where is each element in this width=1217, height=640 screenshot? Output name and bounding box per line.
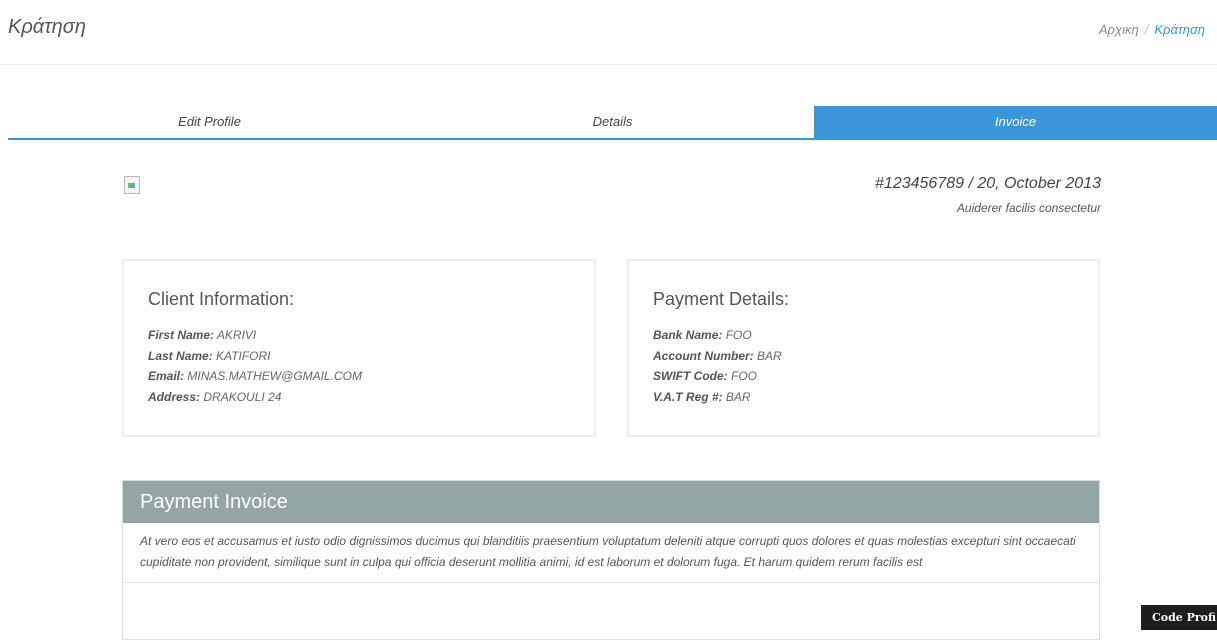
breadcrumb-separator: / xyxy=(1144,22,1149,37)
payment-details-box: Payment Details: Bank Name: FOO Account … xyxy=(627,259,1100,437)
first-name-value: AKRIVI xyxy=(216,328,257,342)
last-name-row: Last Name: KATIFORI xyxy=(148,346,362,367)
payment-invoice-body: At vero eos et accusamus et iusto odio d… xyxy=(123,523,1099,583)
tab-invoice[interactable]: Invoice xyxy=(814,106,1217,138)
vat-reg-label: V.A.T Reg #: xyxy=(653,389,723,404)
client-information-box: Client Information: First Name: AKRIVI L… xyxy=(122,259,596,437)
email-value: MINAS.MATHEW@GMAIL.COM xyxy=(187,369,362,383)
swift-code-label: SWIFT Code: xyxy=(653,369,728,383)
last-name-value: KATIFORI xyxy=(216,348,271,363)
account-number-value: BAR xyxy=(757,348,782,363)
page-header: Κράτηση Αρχικη / Κράτηση xyxy=(0,0,1217,65)
payment-invoice-heading: Payment Invoice xyxy=(123,481,1099,523)
swift-code-value: FOO xyxy=(731,369,757,383)
first-name-row: First Name: AKRIVI xyxy=(148,325,362,346)
client-information-heading: Client Information: xyxy=(148,289,295,309)
code-profile-button[interactable]: Code Profi xyxy=(1141,605,1217,630)
invoice-subtitle: Auiderer facilis consectetur xyxy=(956,201,1101,215)
bank-name-row: Bank Name: FOO xyxy=(653,325,782,346)
email-label: Email: xyxy=(148,369,185,383)
vat-reg-row: V.A.T Reg #: BAR xyxy=(653,387,782,408)
bank-name-label: Bank Name: xyxy=(653,328,723,342)
swift-code-row: SWIFT Code: FOO xyxy=(653,366,782,387)
payment-details-list: Bank Name: FOO Account Number: BAR SWIFT… xyxy=(653,325,782,407)
payment-invoice-panel: Payment Invoice At vero eos et accusamus… xyxy=(122,480,1100,640)
tab-details[interactable]: Details xyxy=(411,106,814,138)
invoice-number-date: #123456789 / 20, October 2013 xyxy=(875,175,1101,192)
broken-image-icon xyxy=(124,176,140,194)
page-title: Κράτηση xyxy=(8,16,86,38)
account-number-label: Account Number: xyxy=(653,348,754,363)
account-number-row: Account Number: BAR xyxy=(653,346,782,367)
vat-reg-value: BAR xyxy=(725,389,751,404)
client-information-details: First Name: AKRIVI Last Name: KATIFORI E… xyxy=(148,325,362,407)
payment-details-heading: Payment Details: xyxy=(653,289,790,309)
breadcrumb-current-link[interactable]: Κράτηση xyxy=(1154,22,1205,37)
breadcrumb-home-link[interactable]: Αρχικη xyxy=(1099,22,1139,37)
address-label: Address: xyxy=(148,389,201,404)
tab-edit-profile[interactable]: Edit Profile xyxy=(8,106,411,138)
address-value: DRAKOULI 24 xyxy=(203,389,282,404)
bank-name-value: FOO xyxy=(725,328,752,342)
tab-bar: Edit Profile Details Invoice xyxy=(8,106,1217,140)
first-name-label: First Name: xyxy=(148,328,215,342)
email-row: Email: MINAS.MATHEW@GMAIL.COM xyxy=(148,366,362,387)
last-name-label: Last Name: xyxy=(148,348,213,363)
breadcrumb: Αρχικη / Κράτηση xyxy=(1099,22,1205,37)
address-row: Address: DRAKOULI 24 xyxy=(148,387,362,408)
